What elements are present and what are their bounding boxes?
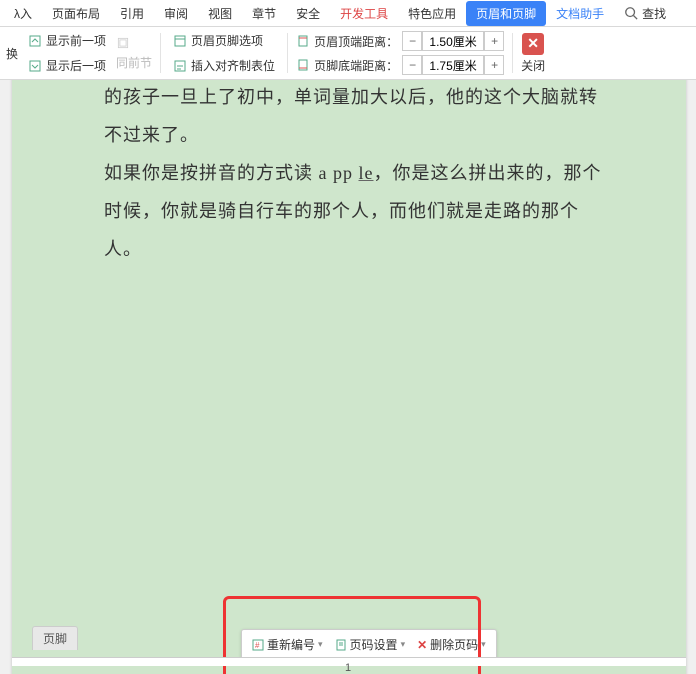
dropdown-icon: ▾ [481,639,486,650]
tab-security[interactable]: 安全 [286,1,330,26]
footer-tab-label[interactable]: 页脚 [32,626,78,650]
ribbon-toolbar: 换 显示前一项 显示后一项 同前节 页眉页脚选项 插入对齐制表位 页眉顶端距离： [0,27,696,80]
align-tab-icon [173,59,187,73]
show-prev-button[interactable]: 显示前一项 [24,30,110,51]
page-prev-icon [28,34,42,48]
replace-group: 换 [6,45,18,62]
hf-options-icon [173,34,187,48]
tab-header-footer[interactable]: 页眉和页脚 [466,1,546,26]
close-hf-button[interactable]: ✕ [522,33,544,55]
search-label: 查找 [642,5,666,22]
page-next-icon [28,59,42,73]
tab-references[interactable]: 引用 [110,1,154,26]
show-prev-label: 显示前一项 [46,32,106,49]
close-icon: ✕ [527,35,539,52]
header-dist-minus[interactable]: − [402,31,422,51]
tab-devtools[interactable]: 开发工具 [330,1,398,26]
svg-text:#: # [255,641,260,650]
search-button[interactable]: 查找 [614,1,676,26]
page-settings-label: 页码设置 [350,636,398,653]
header-dist-spinner: − + [402,31,504,51]
tab-doc-assistant[interactable]: 文档助手 [546,1,614,26]
tab-view[interactable]: 视图 [198,1,242,26]
page-settings-button[interactable]: 页码设置 ▾ [331,634,410,655]
header-dist-icon [296,34,310,48]
delete-pagenum-label: 删除页码 [430,636,478,653]
footer-dist-plus[interactable]: + [484,55,504,75]
tab-page-layout[interactable]: 页面布局 [42,1,110,26]
paragraph-2: 如果你是按拼音的方式读 a pp le，你是这么拼出来的，那个时候，你就是骑自行… [104,154,614,268]
hf-options-button[interactable]: 页眉页脚选项 [169,30,279,51]
separator [512,33,513,73]
delete-pagenum-button[interactable]: ✕ 删除页码 ▾ [413,634,490,655]
insert-align-tab-button[interactable]: 插入对齐制表位 [169,55,279,76]
renumber-button[interactable]: # 重新编号 ▾ [248,634,327,655]
dropdown-icon: ▾ [318,639,323,650]
footer-dist-label: 页脚底端距离： [314,57,398,74]
show-next-label: 显示后一项 [46,57,106,74]
header-dist-plus[interactable]: + [484,31,504,51]
same-section-label: 同前节 [116,54,152,71]
hf-options-label: 页眉页脚选项 [191,32,263,49]
header-dist-input[interactable] [422,31,484,51]
page-number: 1 [345,662,351,674]
tab-sections[interactable]: 章节 [242,1,286,26]
footer-dist-icon [296,58,310,72]
tab-insert[interactable]: λ入 [4,1,42,26]
page[interactable]: 的孩子一旦上了初中，单词量加大以后，他的这个大脑就转不过来了。 如果你是按拼音的… [12,80,686,674]
footer-dist-spinner: − + [402,55,504,75]
show-next-button[interactable]: 显示后一项 [24,55,110,76]
renumber-label: 重新编号 [267,636,315,653]
renumber-icon: # [252,639,264,651]
tab-review[interactable]: 审阅 [154,1,198,26]
body-text: 的孩子一旦上了初中，单词量加大以后，他的这个大脑就转不过来了。 如果你是按拼音的… [104,80,614,268]
header-dist-label: 页眉顶端距离： [314,33,398,50]
search-icon [624,6,638,20]
separator [287,33,288,73]
insert-align-tab-label: 插入对齐制表位 [191,57,275,74]
replace-label: 换 [6,45,18,62]
menu-tabs: λ入 页面布局 引用 审阅 视图 章节 安全 开发工具 特色应用 页眉和页脚 文… [0,0,696,27]
paragraph-1: 的孩子一旦上了初中，单词量加大以后，他的这个大脑就转不过来了。 [104,80,614,154]
page-settings-icon [335,639,347,651]
footer-dist-minus[interactable]: − [402,55,422,75]
dropdown-icon: ▾ [401,639,406,650]
document-area: 的孩子一旦上了初中，单词量加大以后，他的这个大脑就转不过来了。 如果你是按拼音的… [0,80,696,674]
close-label: 关闭 [521,57,545,74]
footer-dist-input[interactable] [422,55,484,75]
separator [160,33,161,73]
footer-toolbar-popup: # 重新编号 ▾ 页码设置 ▾ ✕ 删除页码 ▾ [241,629,497,660]
delete-icon: ✕ [417,638,427,652]
tab-special[interactable]: 特色应用 [398,1,466,26]
link-section-icon [116,36,130,50]
